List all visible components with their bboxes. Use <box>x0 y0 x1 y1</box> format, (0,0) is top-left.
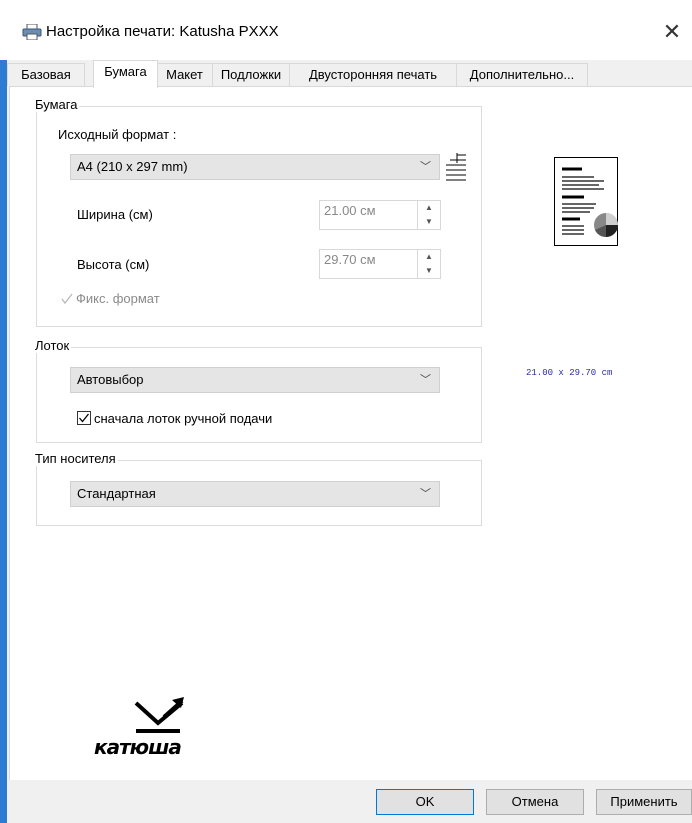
katusha-logo-text: катюша <box>94 735 182 759</box>
width-spinner[interactable]: 21.00 см ▲ ▼ <box>319 200 441 230</box>
spin-down-icon[interactable]: ▼ <box>418 215 440 229</box>
close-button[interactable]: ✕ <box>652 14 692 50</box>
apply-button[interactable]: Применить <box>596 789 692 815</box>
checkmark-icon <box>61 293 73 305</box>
tray-group <box>36 347 482 443</box>
paper-tab-panel: Бумага Исходный формат : A4 (210 x 297 m… <box>9 86 692 780</box>
media-type-group-title: Тип носителя <box>33 451 118 466</box>
tray-group-title: Лоток <box>33 338 72 353</box>
height-spinner[interactable]: 29.70 см ▲ ▼ <box>319 249 441 279</box>
spin-up-icon[interactable]: ▲ <box>418 201 440 215</box>
media-type-select[interactable]: Стандартная ﹀ <box>70 481 440 507</box>
printer-icon <box>22 24 42 40</box>
height-value: 29.70 см <box>324 252 376 267</box>
fixed-format-checkbox[interactable] <box>60 292 74 306</box>
preview-size-text: 21.00 x 29.70 cm <box>526 368 613 378</box>
source-format-select[interactable]: A4 (210 x 297 mm) ﹀ <box>70 154 440 180</box>
manual-feed-first-label: сначала лоток ручной подачи <box>94 411 273 426</box>
print-settings-window: Настройка печати: Katusha PXXX ✕ Базовая… <box>0 0 692 823</box>
tab-basic[interactable]: Базовая <box>7 63 85 86</box>
katusha-logo <box>134 697 184 733</box>
source-format-label: Исходный формат : <box>58 127 177 142</box>
source-format-value: A4 (210 x 297 mm) <box>77 159 188 174</box>
tab-strip: Базовая Бумага Макет Подложки Двусторонн… <box>7 60 692 88</box>
ok-button[interactable]: OK <box>376 789 474 815</box>
spin-down-icon[interactable]: ▼ <box>418 264 440 278</box>
media-type-value: Стандартная <box>77 486 156 501</box>
tab-advanced[interactable]: Дополнительно... <box>456 63 588 86</box>
window-title: Настройка печати: Katusha PXXX <box>46 23 279 40</box>
cancel-button[interactable]: Отмена <box>486 789 584 815</box>
tab-watermarks[interactable]: Подложки <box>212 63 290 86</box>
fixed-format-label: Фикс. формат <box>76 291 160 306</box>
height-label: Высота (см) <box>77 257 150 272</box>
title-bar: Настройка печати: Katusha PXXX ✕ <box>0 0 692 60</box>
paper-group-title: Бумага <box>33 97 80 112</box>
window-accent-border <box>0 0 7 823</box>
tray-value: Автовыбор <box>77 372 144 387</box>
tab-duplex[interactable]: Двусторонняя печать <box>289 63 457 86</box>
chevron-down-icon: ﹀ <box>420 488 431 500</box>
tray-select[interactable]: Автовыбор ﹀ <box>70 367 440 393</box>
manual-feed-first-checkbox[interactable] <box>77 411 91 425</box>
chevron-down-icon: ﹀ <box>420 374 431 386</box>
width-value: 21.00 см <box>324 203 376 218</box>
tab-layout[interactable]: Макет <box>156 63 213 86</box>
width-label: Ширина (см) <box>77 207 153 222</box>
page-preview-image <box>554 157 618 246</box>
tab-paper[interactable]: Бумага <box>93 60 158 88</box>
checkmark-icon <box>79 413 90 423</box>
chevron-down-icon: ﹀ <box>420 161 431 173</box>
spin-up-icon[interactable]: ▲ <box>418 250 440 264</box>
close-icon: ✕ <box>662 19 682 44</box>
paper-size-list-icon[interactable] <box>446 153 468 183</box>
